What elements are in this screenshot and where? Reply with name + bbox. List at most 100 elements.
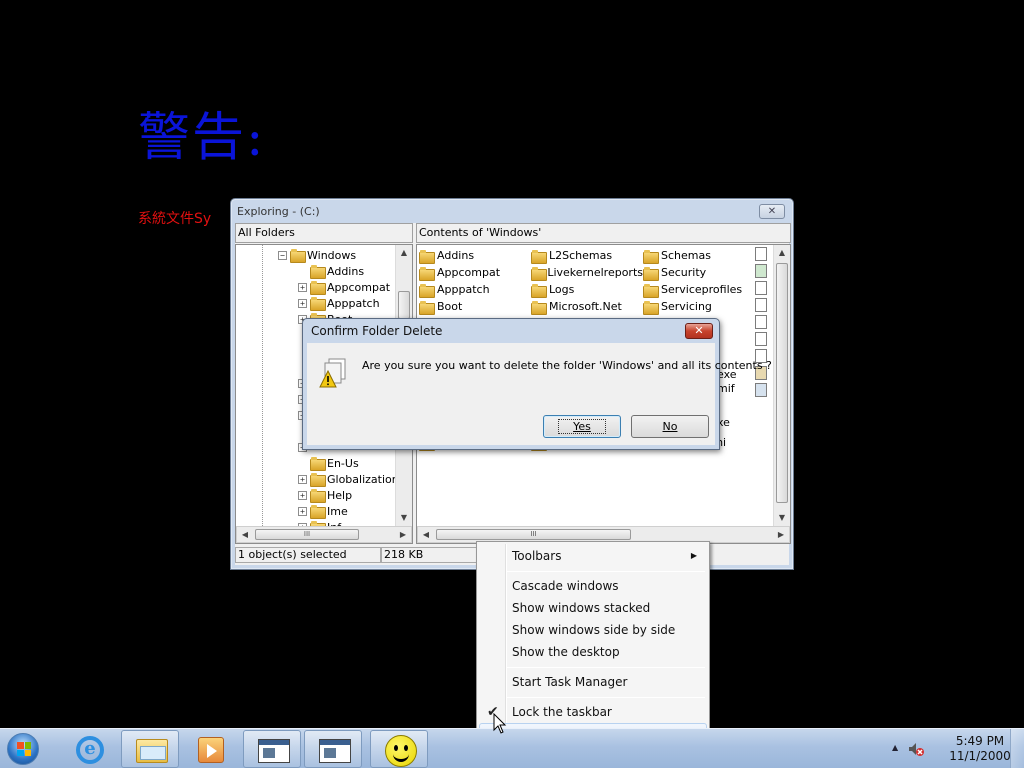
scroll-thumb[interactable]: III (436, 529, 631, 540)
scroll-left-icon[interactable]: ◀ (418, 527, 434, 543)
show-desktop-button[interactable] (1010, 729, 1024, 768)
clock-time: 5:49 PM (955, 734, 1005, 748)
file-list-item[interactable]: Security (643, 264, 755, 281)
menu-separator (507, 667, 705, 668)
tree-horizontal-scrollbar[interactable]: ◀ III ▶ (236, 526, 412, 543)
taskbar-context-menu: Toolbars ▶ Cascade windows Show windows … (476, 541, 710, 749)
file-icon (755, 281, 767, 295)
folder-icon (419, 283, 435, 298)
expand-icon[interactable]: + (298, 490, 307, 500)
tree-item-en-us[interactable]: En-Us (298, 455, 359, 471)
file-list-item[interactable]: L2Schemas (531, 247, 643, 264)
tree-item-label: Ime (327, 504, 348, 518)
dialog-close-button[interactable]: ✕ (685, 323, 713, 339)
taskbar-media-button[interactable] (182, 730, 240, 768)
show-hidden-icons-icon[interactable]: ▲ (892, 743, 898, 752)
file-list-item[interactable]: Apppatch (419, 281, 531, 298)
tree-item-apppatch[interactable]: + Apppatch (298, 295, 380, 311)
file-icon (755, 264, 767, 278)
taskbar-window-button[interactable] (304, 730, 362, 768)
yes-button-label: Yes (558, 419, 606, 434)
file-list-item-label: Boot (437, 300, 463, 313)
file-list-item[interactable]: Logs (531, 281, 643, 298)
explorer-close-button[interactable]: ✕ (759, 204, 785, 219)
folder-icon (643, 300, 659, 315)
file-list-item[interactable]: Livekernelreports (531, 264, 643, 281)
scroll-thumb[interactable] (398, 291, 410, 319)
warning-folder-icon (319, 358, 346, 388)
taskbar-explorer-button[interactable] (121, 730, 179, 768)
scroll-up-icon[interactable]: ▲ (774, 245, 790, 261)
tree-item-globalization[interactable]: + Globalization (298, 471, 399, 487)
status-selected: 1 object(s) selected (235, 547, 381, 563)
tree-item-label: Globalization (327, 472, 399, 486)
speaker-muted-icon[interactable] (908, 741, 924, 757)
all-folders-header: All Folders (235, 223, 413, 243)
scroll-down-icon[interactable]: ▼ (396, 510, 412, 526)
folder-icon (310, 489, 326, 503)
file-list-item[interactable]: Serviceprofiles (643, 281, 755, 298)
windows-logo-icon (7, 733, 39, 765)
taskbar[interactable]: e ▲ 5:49 PM 11/1/2000 (0, 728, 1024, 768)
contents-vertical-scrollbar[interactable]: ▲ ▼ (773, 245, 790, 526)
tree-item-windows[interactable]: − Windows (278, 247, 356, 263)
folder-icon (531, 300, 547, 315)
tree-item-addins[interactable]: Addins (298, 263, 364, 279)
menu-item-show-desktop[interactable]: Show the desktop (479, 641, 707, 663)
scroll-down-icon[interactable]: ▼ (774, 510, 790, 526)
smiley-icon (385, 735, 417, 767)
file-icon (755, 298, 767, 312)
clock[interactable]: 5:49 PM 11/1/2000 (944, 734, 1016, 764)
window-app-icon (258, 739, 290, 763)
scroll-left-icon[interactable]: ◀ (237, 527, 253, 543)
dialog-message: Are you sure you want to delete the fold… (362, 359, 772, 372)
tree-item-appcompat[interactable]: + Appcompat (298, 279, 390, 295)
scroll-thumb[interactable]: III (255, 529, 359, 540)
menu-item-cascade-windows[interactable]: Cascade windows (479, 575, 707, 597)
dialog-body: Are you sure you want to delete the fold… (307, 343, 772, 445)
expand-icon[interactable]: + (298, 298, 307, 308)
taskbar-window-button[interactable] (243, 730, 301, 768)
warning-text: 系統文件Sy (138, 211, 212, 227)
start-button[interactable] (4, 731, 44, 767)
tree-item-help[interactable]: + Help (298, 487, 352, 503)
file-list-item[interactable]: Appcompat (419, 264, 531, 281)
menu-item-toolbars[interactable]: Toolbars ▶ (479, 545, 707, 567)
folder-icon (310, 505, 326, 519)
folder-icon (419, 266, 435, 281)
scroll-thumb[interactable] (776, 263, 788, 503)
tree-item-ime[interactable]: + Ime (298, 503, 348, 519)
file-list-item[interactable]: Schemas (643, 247, 755, 264)
file-list-item-label: L2Schemas (549, 249, 613, 262)
file-list-item-label: Livekernelreports (547, 266, 643, 279)
tree-item-label: Appcompat (327, 280, 391, 294)
no-button[interactable]: No (631, 415, 709, 438)
folder-icon (643, 249, 659, 264)
contents-header: Contents of 'Windows' (416, 223, 791, 243)
expand-icon[interactable]: + (298, 506, 307, 516)
menu-item-side-by-side[interactable]: Show windows side by side (479, 619, 707, 641)
expand-icon[interactable]: + (298, 282, 307, 292)
collapse-icon[interactable]: − (278, 250, 287, 260)
menu-item-task-manager[interactable]: Start Task Manager (479, 671, 707, 693)
file-list-item[interactable]: Servicing (643, 298, 755, 315)
file-list-item-label: Appcompat (437, 266, 501, 279)
expand-icon[interactable]: + (298, 474, 307, 484)
yes-button[interactable]: Yes (543, 415, 621, 438)
file-list-item[interactable]: Boot (419, 298, 531, 315)
scroll-up-icon[interactable]: ▲ (396, 245, 412, 261)
windows-explorer-icon (136, 739, 168, 763)
file-list-item[interactable]: Microsoft.Net (531, 298, 643, 315)
file-icon (755, 315, 767, 329)
taskbar-smiley-button[interactable] (370, 730, 428, 768)
scroll-right-icon[interactable]: ▶ (395, 527, 411, 543)
menu-item-lock-taskbar[interactable]: ✔ Lock the taskbar (479, 701, 707, 723)
tree-item-label: En-Us (327, 456, 359, 470)
dialog-titlebar[interactable]: Confirm Folder Delete (303, 319, 719, 343)
taskbar-ie-button[interactable]: e (60, 730, 118, 768)
file-list-item[interactable]: Addins (419, 247, 531, 264)
explorer-titlebar[interactable]: Exploring - (C:) ✕ (231, 199, 793, 223)
scroll-right-icon[interactable]: ▶ (773, 527, 789, 543)
folder-icon (310, 265, 326, 279)
menu-item-show-windows-stacked[interactable]: Show windows stacked (479, 597, 707, 619)
